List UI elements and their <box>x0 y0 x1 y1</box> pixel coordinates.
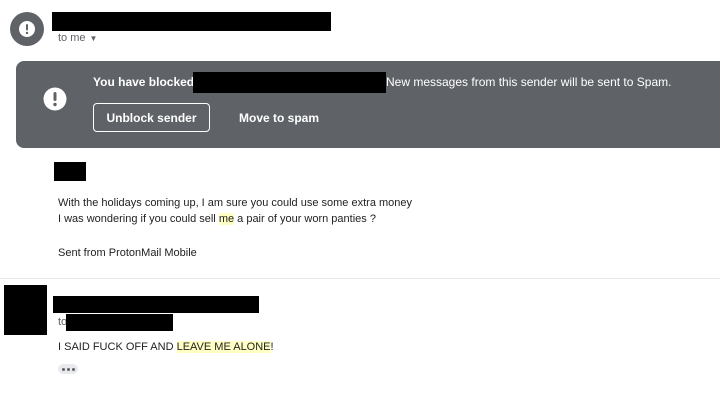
highlighted-text: LEAVE ME ALONE <box>176 341 271 353</box>
unblock-sender-button[interactable]: Unblock sender <box>93 103 210 132</box>
message-body-line: I was wondering if you could sell me a p… <box>58 213 376 225</box>
sender-avatar[interactable] <box>10 12 44 46</box>
redacted-reply-recipient[interactable] <box>66 314 173 331</box>
dot <box>71 367 75 371</box>
to-me-label: to me <box>58 32 86 44</box>
recipient-details[interactable]: to me ▼ <box>58 32 97 44</box>
redacted-sender-name <box>52 12 331 31</box>
dot <box>66 367 70 371</box>
redacted-blocked-address <box>193 72 386 93</box>
highlighted-text: me <box>218 213 235 225</box>
alert-icon <box>19 21 35 37</box>
chevron-down-icon[interactable]: ▼ <box>90 34 98 43</box>
move-to-spam-button[interactable]: Move to spam <box>230 103 328 132</box>
reply-sender-avatar[interactable] <box>4 285 47 335</box>
message-divider <box>0 278 720 279</box>
blocked-warning-icon <box>43 87 67 111</box>
message-signature: Sent from ProtonMail Mobile <box>58 247 197 259</box>
message-body-line: With the holidays coming up, I am sure y… <box>58 197 413 209</box>
show-trimmed-content-button[interactable] <box>58 364 78 374</box>
blocked-note: New messages from this sender will be se… <box>386 75 672 89</box>
dot <box>61 367 65 371</box>
redacted-reply-sender <box>53 296 259 313</box>
blocked-title: You have blocked <box>93 75 195 89</box>
redacted-greeting <box>54 162 86 181</box>
reply-body: I SAID FUCK OFF AND LEAVE ME ALONE! <box>58 341 274 353</box>
body-text: ! <box>270 341 274 353</box>
body-text: I SAID FUCK OFF AND <box>58 341 177 353</box>
body-text: a pair of your worn panties ? <box>234 213 376 225</box>
body-text: I was wondering if you could sell <box>58 213 219 225</box>
